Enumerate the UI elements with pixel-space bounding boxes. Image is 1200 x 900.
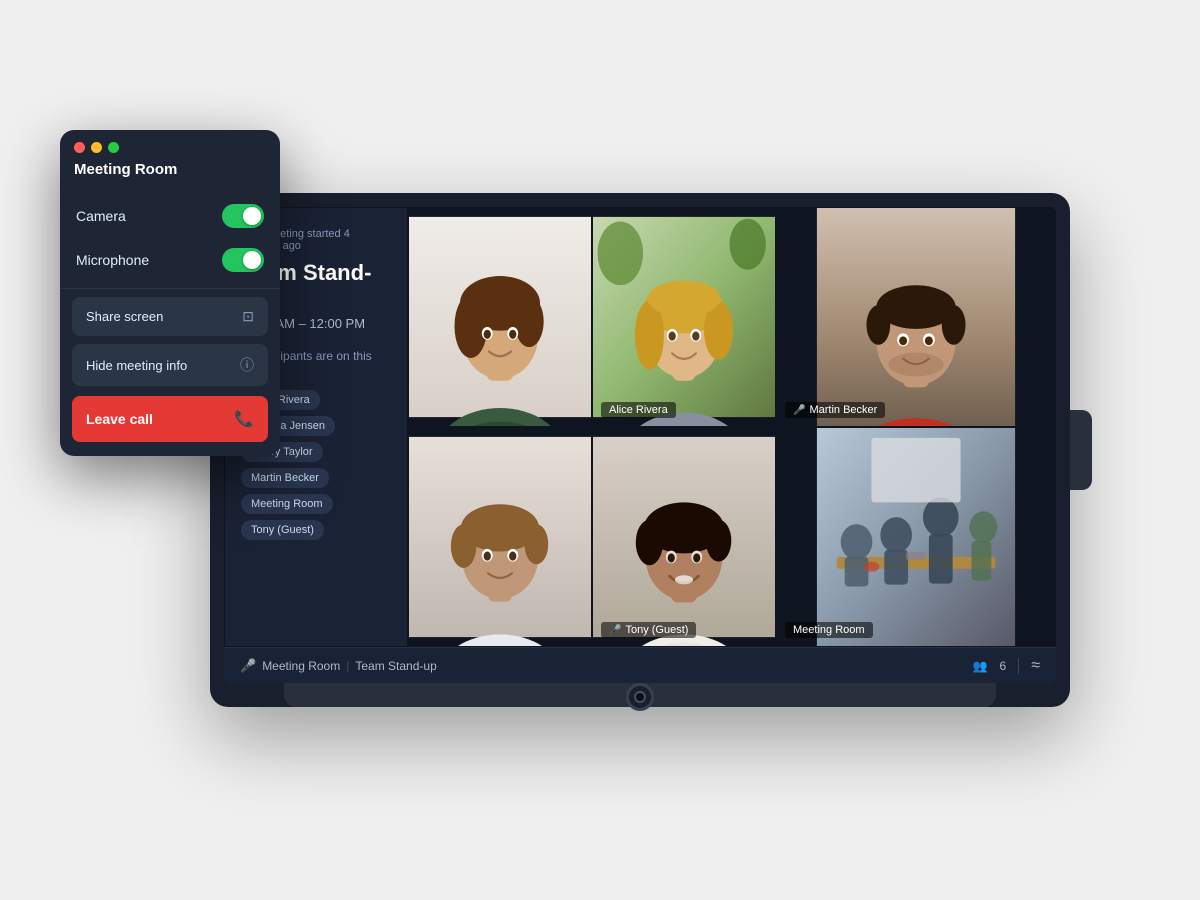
tv-frame: Alice Rivera	[210, 193, 1070, 707]
participant-chip: Tony (Guest)	[241, 520, 324, 540]
share-screen-button[interactable]: Share screen ⊡	[72, 297, 268, 336]
tv-monitor: Alice Rivera	[210, 193, 1070, 707]
camera-label: Camera	[76, 208, 126, 224]
share-screen-label: Share screen	[86, 309, 163, 324]
video-cell-6: Meeting Room	[776, 427, 1056, 647]
video-label-tony: 🎤 Tony (Guest)	[601, 622, 696, 638]
video-label-room: Meeting Room	[785, 622, 873, 638]
microphone-toggle[interactable]	[222, 248, 264, 272]
video-cell-2: Alice Rivera	[592, 207, 776, 427]
microphone-label: Microphone	[76, 252, 149, 268]
panel-titlebar	[60, 130, 280, 161]
tv-screen: Alice Rivera	[224, 207, 1056, 683]
tv-camera-bar	[284, 683, 996, 707]
microphone-toggle-row: Microphone	[60, 238, 280, 282]
video-label-text: Martin Becker	[809, 404, 877, 416]
participant-chip: Meeting Room	[241, 494, 333, 514]
info-icon: ⓘ	[240, 355, 254, 375]
participant-chip: Martin Becker	[241, 468, 329, 488]
leave-call-button[interactable]: Leave call 📞	[72, 396, 268, 442]
video-cell-3: 🎤 Martin Becker	[776, 207, 1056, 427]
floating-panel: Meeting Room Camera Microphone Share scr…	[60, 130, 280, 456]
video-cell-4	[408, 427, 592, 647]
status-left: 🎤 Meeting Room | Team Stand-up	[240, 658, 973, 674]
status-divider	[1018, 658, 1019, 674]
camera-lens	[626, 683, 654, 711]
status-meeting-room: Meeting Room	[262, 659, 340, 673]
camera-lens-inner	[634, 691, 646, 703]
mic-status-icon: 🎤	[240, 658, 256, 674]
microphone-toggle-knob	[243, 251, 261, 269]
hide-meeting-info-label: Hide meeting info	[86, 358, 187, 373]
status-right: 👥 6 ≈	[973, 657, 1040, 675]
video-label-text: Alice Rivera	[609, 404, 668, 416]
video-cell-5: 🎤 Tony (Guest)	[592, 427, 776, 647]
titlebar-dot-red[interactable]	[74, 142, 85, 153]
hide-meeting-info-button[interactable]: Hide meeting info ⓘ	[72, 344, 268, 386]
panel-title: Meeting Room	[60, 161, 280, 194]
camera-toggle[interactable]	[222, 204, 264, 228]
video-label-text: Meeting Room	[793, 624, 865, 636]
camera-toggle-row: Camera	[60, 194, 280, 238]
leave-call-icon: 📞	[234, 409, 254, 429]
leave-call-label: Leave call	[86, 411, 153, 427]
video-cell-1	[408, 207, 592, 427]
share-screen-icon: ⊡	[242, 308, 254, 325]
camera-toggle-knob	[243, 207, 261, 225]
status-separator: |	[346, 659, 349, 673]
tv-side-bump	[1070, 410, 1092, 490]
status-meeting-name: Team Stand-up	[355, 659, 436, 673]
video-label-martin: 🎤 Martin Becker	[785, 402, 885, 418]
video-label-alice: Alice Rivera	[601, 402, 676, 418]
video-grid: Alice Rivera	[224, 207, 1056, 647]
tv-status-bar: 🎤 Meeting Room | Team Stand-up 👥 6 ≈	[224, 647, 1056, 683]
panel-divider-1	[60, 288, 280, 289]
titlebar-dot-green[interactable]	[108, 142, 119, 153]
wave-icon: ≈	[1031, 657, 1040, 675]
mic-off-icon: 🎤	[793, 405, 805, 416]
participant-count-icon: 👥	[973, 659, 988, 673]
titlebar-dot-yellow[interactable]	[91, 142, 102, 153]
video-label-text: Tony (Guest)	[625, 624, 688, 636]
mic-off-icon-tony: 🎤	[609, 625, 621, 636]
participant-count: 6	[1000, 659, 1007, 673]
